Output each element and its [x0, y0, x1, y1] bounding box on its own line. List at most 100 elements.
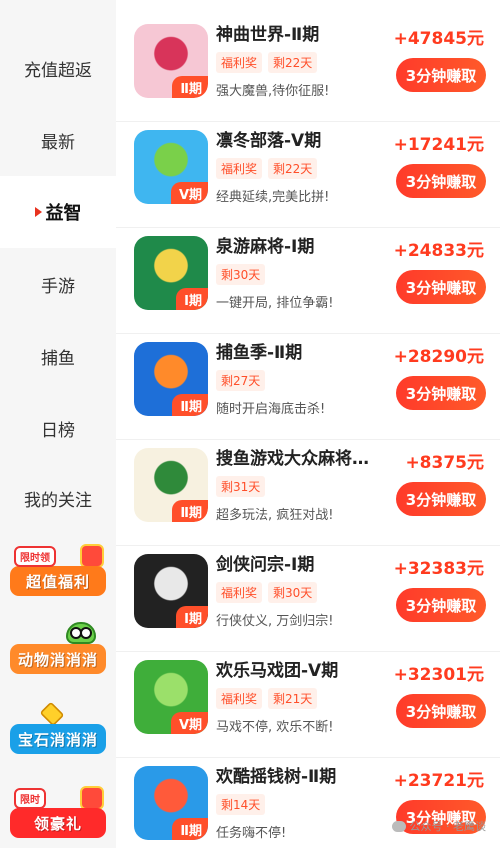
mahjong-icon[interactable]: Ⅰ期 — [134, 236, 208, 310]
game-card[interactable]: Ⅴ期 欢乐马戏团-Ⅴ期 福利奖 剩21天 马戏不停, 欢乐不断! +32301元 3分钟赚取 — [116, 650, 500, 758]
game-description: 任务嗨不停! — [216, 826, 287, 841]
game-card[interactable]: Ⅰ期 泉游麻将-Ⅰ期 剩30天一键开局, 排位争霸! +24833元 3分钟赚取 — [116, 226, 500, 334]
period-badge: Ⅰ期 — [176, 288, 208, 310]
gem-icon — [39, 701, 65, 727]
game-card[interactable]: Ⅰ期 剑侠问宗-Ⅰ期 福利奖 剩30天行侠仗义, 万剑归宗! +32383元 3分钟赚取 — [116, 544, 500, 652]
game-title: 泉游麻将-Ⅰ期 — [216, 237, 315, 257]
reward-amount: +47845元 — [393, 29, 484, 49]
tag-chip: 剩30天 — [216, 264, 266, 285]
tag-chip: 剩31天 — [216, 476, 266, 497]
reward-amount: +28290元 — [393, 347, 484, 367]
anime-girl-icon[interactable]: Ⅱ期 — [134, 24, 208, 98]
game-title: 捕鱼季-Ⅱ期 — [216, 343, 303, 363]
blue-monster-icon[interactable]: Ⅴ期 — [134, 130, 208, 204]
category-sidebar: 快赚充值超返最新益智手游捕鱼日榜我的关注超值福利限时领动物消消消宝石消消消领豪礼… — [0, 0, 116, 848]
sidebar-item-6[interactable]: 我的关注 — [0, 462, 116, 534]
reward-amount: +24833元 — [393, 241, 484, 261]
game-card[interactable]: Ⅱ期 欢酷摇钱树-Ⅱ期 剩14天 任务嗨不停! +23721元 3分钟赚取 — [116, 756, 500, 848]
game-title: 欢乐马戏团-Ⅴ期 — [216, 661, 339, 681]
gift-icon — [80, 544, 104, 568]
earn-button[interactable]: 3分钟赚取 — [396, 482, 486, 516]
game-title: 凛冬部落-Ⅴ期 — [216, 131, 322, 151]
game-tags: 剩30天 — [216, 264, 266, 285]
game-card[interactable]: Ⅱ期 捕鱼季-Ⅱ期 剩27天随时开启海底击杀! +28290元 3分钟赚取 — [116, 332, 500, 440]
promo-tag: 限时领 — [14, 546, 56, 567]
promo-banner-label: 宝石消消消 — [10, 724, 106, 754]
promo-banner-3[interactable]: 领豪礼 限时 — [10, 786, 106, 844]
period-badge: Ⅱ期 — [172, 500, 208, 522]
period-badge: Ⅴ期 — [170, 712, 208, 734]
tag-chip: 剩14天 — [216, 794, 266, 815]
sidebar-item-4[interactable]: 捕鱼 — [0, 320, 116, 392]
period-badge: Ⅱ期 — [172, 394, 208, 416]
frog-icon — [66, 622, 96, 644]
earn-button[interactable]: 3分钟赚取 — [396, 694, 486, 728]
sidebar-item-3[interactable]: 手游 — [0, 248, 116, 320]
sidebar-item-2[interactable]: 益智 — [0, 176, 116, 248]
sidebar-item-label: 最新 — [41, 132, 75, 153]
game-title: 剑侠问宗-Ⅰ期 — [216, 555, 315, 575]
game-card[interactable]: Ⅱ期 神曲世界-Ⅱ期 福利奖 剩22天强大魔兽,待你征服! +47845元 3分钟赚取 — [116, 14, 500, 122]
frog-icon[interactable]: Ⅴ期 — [134, 660, 208, 734]
period-badge: Ⅰ期 — [176, 606, 208, 628]
game-description: 经典延续,完美比拼! — [216, 190, 330, 205]
game-tags: 剩27天 — [216, 370, 266, 391]
sidebar-item-partial[interactable]: 快赚 — [0, 0, 116, 18]
sidebar-item-label: 充值超返 — [24, 60, 92, 81]
earn-button[interactable]: 3分钟赚取 — [396, 58, 486, 92]
game-description: 强大魔兽,待你征服! — [216, 84, 330, 99]
wechat-icon — [391, 820, 406, 832]
tag-chip: 剩21天 — [268, 688, 318, 709]
game-description: 马戏不停, 欢乐不断! — [216, 720, 334, 735]
game-tags: 福利奖 剩22天 — [216, 52, 318, 73]
game-description: 随时开启海底击杀! — [216, 402, 326, 417]
gift-icon — [80, 786, 104, 810]
game-card[interactable]: Ⅱ期 搜鱼游戏大众麻将… 剩31天 超多玩法, 疯狂对战! +8375元 3分钟赚取 — [116, 438, 500, 546]
period-badge: Ⅱ期 — [172, 76, 208, 98]
swordsman-icon[interactable]: Ⅰ期 — [134, 554, 208, 628]
period-badge: Ⅱ期 — [172, 818, 208, 840]
earn-button[interactable]: 3分钟赚取 — [396, 588, 486, 622]
reward-amount: +23721元 — [393, 771, 484, 791]
game-description: 一键开局, 排位争霸! — [216, 296, 334, 311]
sidebar-item-0[interactable]: 充值超返 — [0, 32, 116, 104]
promo-tag: 限时 — [14, 788, 46, 809]
earn-button[interactable]: 3分钟赚取 — [396, 270, 486, 304]
earn-button[interactable]: 3分钟赚取 — [396, 164, 486, 198]
period-badge: Ⅴ期 — [170, 182, 208, 204]
tag-chip: 福利奖 — [216, 158, 263, 179]
promo-banner-1[interactable]: 动物消消消 — [10, 622, 106, 680]
watermark: 公众号 · 老鹰谈 — [391, 818, 487, 834]
tag-chip: 剩22天 — [268, 52, 318, 73]
sidebar-item-5[interactable]: 日榜 — [0, 392, 116, 464]
promo-banner-2[interactable]: 宝石消消消 — [10, 701, 106, 760]
reward-amount: +32383元 — [393, 559, 484, 579]
game-card[interactable]: Ⅴ期 凛冬部落-Ⅴ期 福利奖 剩22天经典延续,完美比拼! +17241元 3分钟赚取 — [116, 120, 500, 228]
game-tags: 福利奖 剩22天 — [216, 158, 318, 179]
sidebar-item-label: 益智 — [45, 203, 82, 224]
game-description: 超多玩法, 疯狂对战! — [216, 508, 334, 523]
game-title: 神曲世界-Ⅱ期 — [216, 25, 320, 45]
game-tags: 剩14天 — [216, 794, 266, 815]
tag-chip: 福利奖 — [216, 582, 263, 603]
watermark-text: 公众号 · 老鹰谈 — [409, 820, 487, 833]
sidebar-item-1[interactable]: 最新 — [0, 104, 116, 176]
game-tags: 福利奖 剩21天 — [216, 688, 318, 709]
mahjong-tile-icon[interactable]: Ⅱ期 — [134, 448, 208, 522]
promo-banner-label: 动物消消消 — [10, 644, 106, 674]
reward-amount: +17241元 — [393, 135, 484, 155]
tag-chip: 剩27天 — [216, 370, 266, 391]
promo-banner-0[interactable]: 超值福利 限时领 — [10, 544, 106, 602]
tag-chip: 福利奖 — [216, 52, 263, 73]
game-tags: 福利奖 剩30天 — [216, 582, 318, 603]
tag-chip: 福利奖 — [216, 688, 263, 709]
sidebar-item-label: 手游 — [41, 276, 75, 297]
fish-icon[interactable]: Ⅱ期 — [134, 342, 208, 416]
reward-amount: +8375元 — [405, 453, 484, 473]
game-title: 欢酷摇钱树-Ⅱ期 — [216, 767, 337, 787]
tag-chip: 剩22天 — [268, 158, 318, 179]
shark-icon[interactable]: Ⅱ期 — [134, 766, 208, 840]
earn-button[interactable]: 3分钟赚取 — [396, 376, 486, 410]
sidebar-item-label: 捕鱼 — [41, 348, 75, 369]
game-description: 行侠仗义, 万剑归宗! — [216, 614, 334, 629]
